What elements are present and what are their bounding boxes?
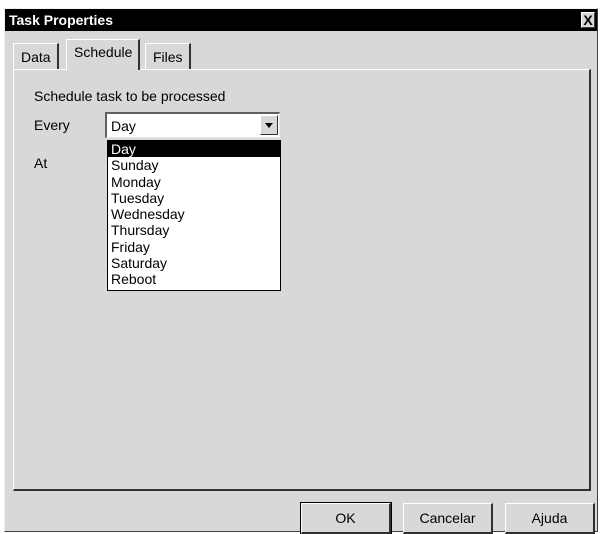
- cancel-button[interactable]: Cancelar: [403, 503, 493, 534]
- chevron-down-icon[interactable]: [260, 115, 278, 135]
- dropdown-option[interactable]: Wednesday: [108, 206, 280, 222]
- dialog-title: Task Properties: [9, 12, 114, 28]
- dropdown-option[interactable]: Reboot: [108, 271, 280, 287]
- dropdown-option[interactable]: Thursday: [108, 222, 280, 238]
- dropdown-option[interactable]: Monday: [108, 174, 280, 190]
- dropdown-option[interactable]: Friday: [108, 239, 280, 255]
- schedule-heading: Schedule task to be processed: [34, 88, 226, 104]
- tab-data[interactable]: Data: [13, 43, 59, 69]
- task-properties-dialog: Task Properties X Data Schedule Files Sc…: [4, 8, 598, 534]
- dropdown-option[interactable]: Saturday: [108, 255, 280, 271]
- at-label: At: [34, 155, 48, 171]
- tab-data-label: Data: [21, 49, 51, 65]
- help-button[interactable]: Ajuda: [505, 503, 595, 534]
- tab-schedule[interactable]: Schedule: [66, 39, 141, 70]
- dropdown-option[interactable]: Tuesday: [108, 190, 280, 206]
- tab-schedule-label: Schedule: [74, 44, 133, 60]
- title-bar[interactable]: Task Properties X: [5, 9, 597, 31]
- tab-files-label: Files: [153, 49, 183, 65]
- every-select-value: Day: [111, 118, 136, 134]
- every-dropdown-list: Day Sunday Monday Tuesday Wednesday Thur…: [107, 140, 281, 291]
- tab-files[interactable]: Files: [145, 43, 191, 69]
- dropdown-option[interactable]: Sunday: [108, 157, 280, 173]
- every-label: Every: [34, 117, 70, 133]
- close-icon[interactable]: X: [581, 12, 595, 28]
- dropdown-option[interactable]: Day: [108, 141, 280, 158]
- every-select[interactable]: Day: [105, 112, 280, 138]
- schedule-tab-panel: [13, 69, 591, 491]
- ok-button[interactable]: OK: [300, 502, 392, 534]
